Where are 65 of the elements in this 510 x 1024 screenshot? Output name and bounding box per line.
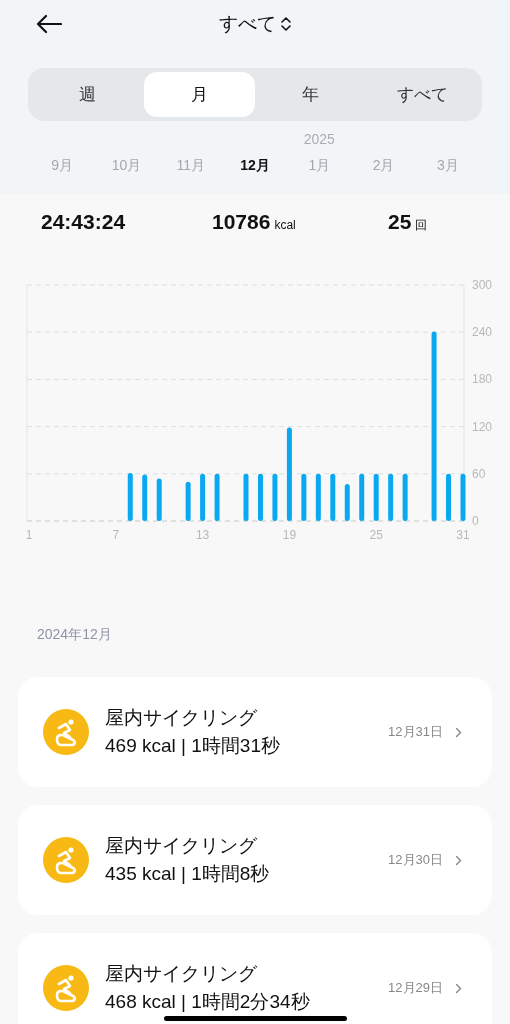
month-tab[interactable]: 12月 xyxy=(240,155,270,176)
chart-bar xyxy=(301,473,307,521)
summary-unit: 回 xyxy=(415,217,428,234)
chart-bar xyxy=(388,473,394,521)
chart-bar xyxy=(127,473,133,521)
summary-value: 25 xyxy=(388,209,412,235)
chevron-right-icon xyxy=(455,854,462,866)
workout-date: 12月30日 xyxy=(388,851,443,870)
chart-bar xyxy=(359,473,365,521)
year-label: 2025 xyxy=(303,130,335,149)
workout-card[interactable]: 屋内サイクリング 435 kcal | 1時間8秒 12月30日 xyxy=(18,805,492,915)
workout-date: 12月31日 xyxy=(388,723,443,742)
chart-bar xyxy=(156,478,162,521)
x-axis-label: 31 xyxy=(456,528,470,541)
summary-value: 10786 xyxy=(212,209,271,235)
period-tab[interactable]: 週 xyxy=(32,72,144,117)
workout-title: 屋内サイクリング xyxy=(105,962,258,986)
workout-date: 12月29日 xyxy=(388,979,443,998)
chart-bar xyxy=(315,473,321,521)
workout-card[interactable]: 屋内サイクリング 469 kcal | 1時間31秒 12月31日 xyxy=(18,677,492,787)
x-axis-label: 25 xyxy=(369,528,383,541)
chart-bar xyxy=(402,473,408,521)
chart-bar xyxy=(257,473,263,521)
chart-bar xyxy=(272,473,278,521)
workout-detail: 468 kcal | 1時間2分34秒 xyxy=(105,990,311,1014)
workout-title: 屋内サイクリング xyxy=(105,706,258,730)
period-tab[interactable]: すべて xyxy=(366,72,478,117)
workout-detail: 469 kcal | 1時間31秒 xyxy=(105,734,281,758)
section-heading: 2024年12月 xyxy=(37,625,113,644)
cycling-icon xyxy=(43,837,89,883)
x-axis-label: 7 xyxy=(112,528,120,541)
workout-detail: 435 kcal | 1時間8秒 xyxy=(105,862,271,886)
y-axis-label: 300 xyxy=(472,278,493,292)
x-axis-label: 19 xyxy=(282,528,297,541)
chart-bar xyxy=(185,481,191,521)
chart-bar xyxy=(142,474,148,521)
y-axis-label: 240 xyxy=(472,325,493,340)
summary-unit: kcal xyxy=(274,217,296,234)
chart-bar xyxy=(243,473,249,521)
x-axis-label: 1 xyxy=(25,528,33,541)
chart-bar xyxy=(373,473,379,521)
period-tab[interactable]: 月 xyxy=(143,72,255,117)
chart-bar xyxy=(214,473,220,521)
chart-bar xyxy=(446,473,452,521)
y-axis-label: 60 xyxy=(472,466,486,481)
chart-bar xyxy=(460,473,466,521)
chart-bar xyxy=(344,484,350,521)
y-axis-label: 180 xyxy=(472,372,493,387)
workout-card[interactable]: 屋内サイクリング 468 kcal | 1時間2分34秒 12月29日 xyxy=(18,933,492,1024)
up-down-chevron-icon xyxy=(279,15,292,33)
cycling-icon xyxy=(43,965,89,1011)
period-tab[interactable]: 年 xyxy=(255,72,367,117)
chevron-right-icon xyxy=(455,982,462,994)
title-dropdown[interactable]: すべて xyxy=(218,9,292,39)
cycling-icon xyxy=(43,709,89,755)
title-text: すべて xyxy=(218,11,276,36)
back-arrow-icon[interactable] xyxy=(36,14,62,34)
y-axis-label: 0 xyxy=(472,514,479,528)
x-axis-label: 13 xyxy=(195,528,210,541)
y-axis-label: 120 xyxy=(472,419,493,434)
chart-bar xyxy=(330,473,336,521)
summary-value: 24:43:24 xyxy=(41,209,126,235)
chart-bar xyxy=(200,473,206,521)
workout-title: 屋内サイクリング xyxy=(105,834,258,858)
chevron-right-icon xyxy=(455,726,462,738)
